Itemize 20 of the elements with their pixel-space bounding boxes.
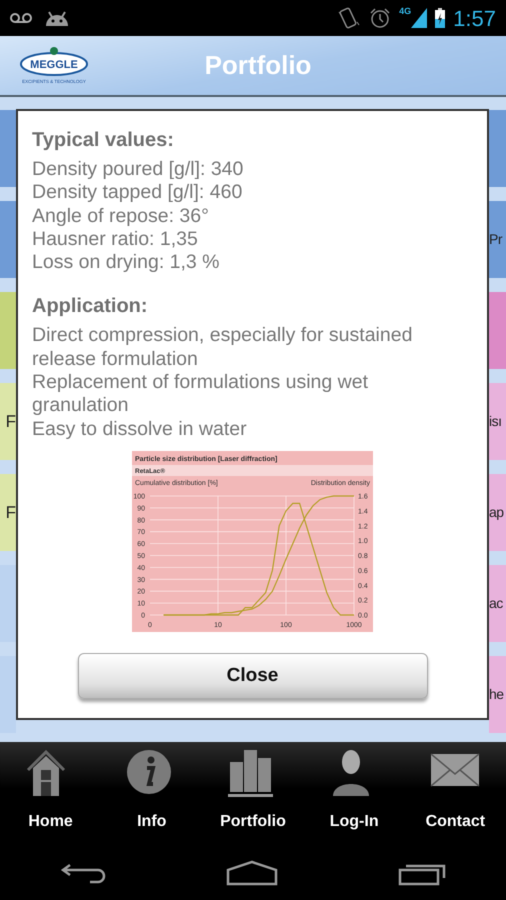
tile-label: isı xyxy=(489,412,502,431)
info-text: Angle of repose: 36° xyxy=(32,204,210,228)
network-type: 4G xyxy=(399,5,412,18)
info-text: Replacement of formulations using wet granulation xyxy=(32,371,370,418)
tile-label: Pr xyxy=(489,230,502,249)
info-text: Direct compression, especially for sustained release formulation xyxy=(32,324,414,372)
page-title: Portfolio xyxy=(204,49,312,82)
info-text: Loss on drying: 1,3 % xyxy=(32,251,221,274)
tile-label: he xyxy=(489,685,504,704)
section-heading: Application: xyxy=(32,294,149,320)
info-text: Hausner ratio: 1,35 xyxy=(32,228,199,252)
tile-label: ac xyxy=(489,594,503,613)
tile-label: ap xyxy=(489,503,504,522)
info-text: Easy to dissolve in water xyxy=(32,418,248,441)
section-heading: Typical values: xyxy=(32,128,175,153)
info-text: Density tapped [g/l]: 460 xyxy=(32,181,244,205)
tile-label: F xyxy=(6,410,16,433)
clock-time: 1:57 xyxy=(453,4,496,32)
info-text: Density poured [g/l]: 340 xyxy=(32,158,244,182)
tile-label: F xyxy=(6,502,16,524)
